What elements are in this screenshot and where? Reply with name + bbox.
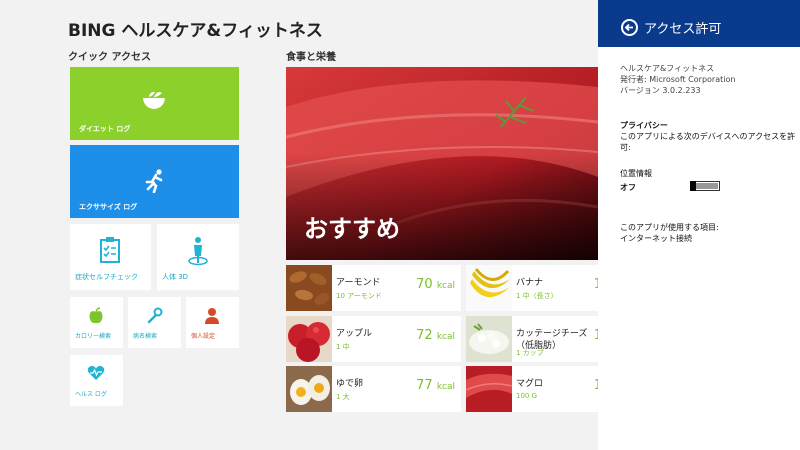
- featured-hero-image[interactable]: おすすめ: [286, 67, 598, 260]
- app-title: BING ヘルスケア&フィットネス: [68, 21, 323, 41]
- exercise-log-tile[interactable]: エクササイズ ログ: [70, 145, 239, 218]
- health-log-tile[interactable]: ヘルス ログ: [70, 355, 123, 406]
- food-name: アップル: [336, 329, 373, 339]
- quick-access-heading: クイック アクセス: [68, 52, 151, 63]
- food-quantity: 100 G: [516, 392, 538, 400]
- location-state: オフ: [620, 183, 636, 192]
- food-name: マグロ: [516, 379, 544, 389]
- food-calories: 72 kcal: [416, 328, 455, 343]
- tuna-thumbnail: [466, 366, 512, 412]
- panel-version: バージョン 3.0.2.233: [620, 86, 701, 95]
- diet-log-tile[interactable]: ダイエット ログ: [70, 67, 239, 140]
- toggle-track: [696, 183, 718, 189]
- stethoscope-icon: [147, 307, 163, 324]
- food-item-apple[interactable]: アップル 1 中 72 kcal: [286, 316, 461, 362]
- privacy-heading: プライバシー: [620, 121, 668, 130]
- food-calories: 77 kcal: [416, 378, 455, 393]
- food-calories: 70 kcal: [416, 277, 455, 292]
- personal-settings-tile[interactable]: 個人設定: [186, 297, 239, 348]
- exercise-log-label: エクササイズ ログ: [79, 203, 138, 211]
- salad-bowl-icon: [143, 91, 165, 109]
- food-name: バナナ: [516, 278, 544, 288]
- food-quantity: 1 カップ: [516, 349, 544, 357]
- almond-thumbnail: [286, 265, 332, 311]
- panel-title: アクセス許可: [644, 22, 722, 37]
- permissions-panel-header: アクセス許可: [598, 0, 800, 47]
- symptom-check-tile[interactable]: 症状セルフチェック: [70, 224, 151, 290]
- calorie-search-label: カロリー検索: [75, 333, 112, 340]
- body-3d-label: 人体 3D: [162, 273, 189, 281]
- disease-search-label: 病名検索: [133, 333, 158, 340]
- runner-icon: [145, 169, 163, 193]
- cottage-cheese-thumbnail: [466, 316, 512, 362]
- clipboard-icon: [100, 237, 120, 263]
- apple-thumbnail: [286, 316, 332, 362]
- health-log-label: ヘルス ログ: [75, 391, 107, 398]
- disease-search-tile[interactable]: 病名検索: [128, 297, 181, 348]
- diet-log-label: ダイエット ログ: [79, 125, 131, 133]
- heart-icon: [87, 366, 105, 380]
- panel-app-name: ヘルスケア&フィットネス: [620, 64, 715, 73]
- apple-icon: [89, 307, 103, 324]
- food-item-tuna[interactable]: マグロ 100 G 1: [466, 366, 598, 412]
- uses-item-internet: インターネット接続: [620, 234, 692, 243]
- nutrition-heading: 食事と栄養: [286, 52, 336, 63]
- symptom-check-label: 症状セルフチェック: [75, 273, 138, 281]
- toggle-knob: [690, 181, 696, 191]
- personal-settings-label: 個人設定: [191, 333, 216, 340]
- human-body-icon: [188, 237, 208, 266]
- location-label: 位置情報: [620, 169, 652, 178]
- boiled-egg-thumbnail: [286, 366, 332, 412]
- permissions-panel: アクセス許可 ヘルスケア&フィットネス 発行者: Microsoft Corpo…: [598, 0, 800, 450]
- back-arrow-icon: [624, 23, 633, 32]
- calorie-search-tile[interactable]: カロリー検索: [70, 297, 123, 348]
- food-quantity: 1 大: [336, 393, 350, 401]
- uses-heading: このアプリが使用する項目:: [620, 223, 719, 232]
- panel-publisher: 発行者: Microsoft Corporation: [620, 75, 736, 84]
- food-item-banana[interactable]: バナナ 1 中（長さ） 1: [466, 265, 598, 311]
- food-item-cottage-cheese[interactable]: カッテージチーズ （低脂肪） 1 カップ 1: [466, 316, 598, 362]
- body-3d-tile[interactable]: 人体 3D: [157, 224, 239, 290]
- food-name: アーモンド: [336, 278, 381, 288]
- food-item-almond[interactable]: アーモンド 10 アーモンド 70 kcal: [286, 265, 461, 311]
- food-quantity: 1 中（長さ）: [516, 292, 558, 300]
- food-quantity: 10 アーモンド: [336, 292, 382, 300]
- location-toggle[interactable]: [690, 181, 720, 191]
- food-item-boiled-egg[interactable]: ゆで卵 1 大 77 kcal: [286, 366, 461, 412]
- food-name: ゆで卵: [336, 379, 364, 389]
- banana-thumbnail: [466, 265, 512, 311]
- hero-recommendation-text: おすすめ: [304, 215, 400, 243]
- person-icon: [205, 308, 219, 324]
- food-quantity: 1 中: [336, 343, 350, 351]
- privacy-text-line2: 可:: [620, 143, 631, 152]
- privacy-text-line1: このアプリによる次のデバイスへのアクセスを許: [620, 132, 796, 141]
- back-button[interactable]: [621, 19, 638, 36]
